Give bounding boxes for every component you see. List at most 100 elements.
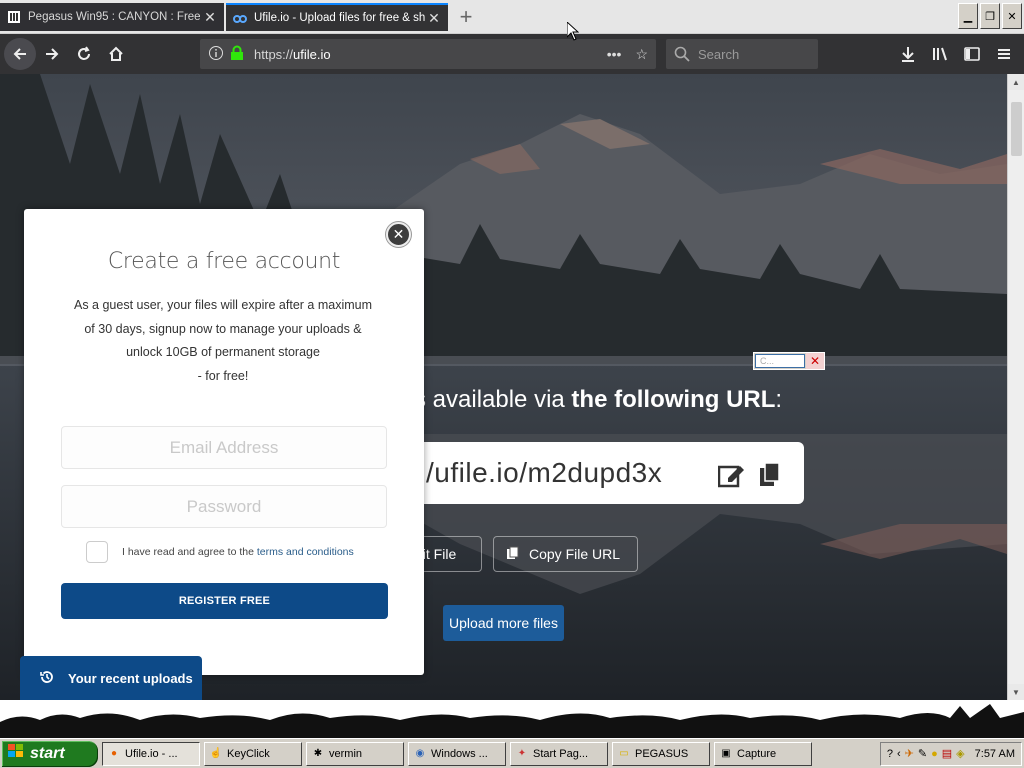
signup-modal: ✕ Create a free account As a guest user,… — [24, 209, 424, 675]
tray-app-icon[interactable]: ◈ — [956, 747, 964, 760]
windows-icon: ◉ — [415, 748, 425, 759]
bug-icon: ✱ — [313, 748, 323, 759]
clock: 7:57 AM — [974, 747, 1015, 760]
tab-pegasus[interactable]: Pegasus Win95 : CANYON : Free ✕ — [0, 3, 224, 31]
modal-desc-line: As a guest user, your files will expire … — [73, 298, 373, 312]
start-label: start — [30, 744, 65, 762]
navigation-bar: https://ufile.io ••• ☆ Search — [0, 34, 1024, 74]
url-bar[interactable]: https://ufile.io ••• ☆ — [200, 39, 656, 69]
mini-popup-window[interactable]: C... ✕ — [753, 352, 825, 370]
tab-strip: Pegasus Win95 : CANYON : Free ✕ Ufile.io… — [0, 0, 1024, 34]
terms-row: I have read and agree to the terms and c… — [86, 541, 354, 563]
back-arrow-icon — [13, 48, 26, 60]
password-field-wrapper — [61, 485, 387, 528]
taskbar-item-vermin[interactable]: ✱ vermin — [306, 741, 404, 766]
headline-prefix: s available via — [414, 386, 572, 413]
recent-uploads-label: Your recent uploads — [68, 670, 193, 686]
email-field-wrapper — [61, 426, 387, 469]
start-button[interactable]: start — [2, 740, 98, 767]
page-actions-icon[interactable]: ••• — [607, 46, 622, 63]
headline-bold: the following URL — [571, 386, 776, 413]
hamburger-menu-icon — [998, 49, 1010, 59]
museum-icon — [6, 9, 22, 25]
tray-arrow-icon[interactable]: ‹ — [897, 748, 901, 760]
terms-prefix: I have read and agree to the — [122, 546, 257, 558]
terms-text: I have read and agree to the terms and c… — [122, 546, 354, 558]
modal-desc-line: - for free! — [197, 368, 249, 383]
mini-popup-close-icon[interactable]: ✕ — [806, 353, 824, 369]
win95-taskbar: start ● Ufile.io - ... ☝ KeyClick ✱ verm… — [0, 738, 1024, 768]
info-icon[interactable] — [208, 45, 224, 64]
forward-button[interactable] — [36, 38, 68, 70]
window-close-button[interactable]: ✕ — [1002, 3, 1022, 29]
tray-app-icon[interactable]: ▤ — [942, 747, 952, 760]
copy-file-url-button[interactable]: Copy File URL — [493, 536, 638, 572]
home-button[interactable] — [100, 38, 132, 70]
window-controls: ▁ ❐ ✕ — [958, 3, 1022, 29]
minimize-button[interactable]: ▁ — [958, 3, 978, 29]
search-input[interactable]: Search — [666, 39, 818, 69]
taskbar-item-windows[interactable]: ◉ Windows ... — [408, 741, 506, 766]
library-button[interactable] — [924, 38, 956, 70]
mouse-cursor-icon — [567, 22, 579, 41]
search-placeholder: Search — [698, 46, 740, 62]
scroll-down-icon[interactable]: ▼ — [1008, 684, 1024, 700]
help-icon[interactable]: ? — [887, 748, 893, 760]
sidebar-button[interactable] — [956, 38, 988, 70]
modal-close-button[interactable]: ✕ — [386, 222, 411, 247]
modal-title: Create a free account — [107, 249, 341, 274]
copy-icon[interactable] — [758, 462, 782, 491]
edit-pencil-icon[interactable] — [717, 462, 746, 491]
tray-app-icon[interactable]: ● — [931, 748, 938, 760]
ufile-logo-icon — [232, 10, 248, 26]
tab-ufile[interactable]: Ufile.io - Upload files for free & sh ✕ — [226, 3, 448, 31]
file-url-box: /ufile.io/m2dupd3x — [404, 442, 804, 504]
taskbar-item-label: PEGASUS — [635, 747, 689, 760]
register-free-button[interactable]: REGISTER FREE — [61, 583, 388, 619]
terms-link[interactable]: terms and conditions — [257, 546, 354, 558]
taskbar-item-start-page[interactable]: ✦ Start Pag... — [510, 741, 608, 766]
modal-desc-line: unlock 10GB of permanent storage — [126, 345, 320, 359]
url-headline: s available via the following URL: — [414, 386, 782, 414]
scroll-thumb[interactable] — [1011, 102, 1022, 156]
close-icon[interactable]: ✕ — [426, 10, 442, 26]
recent-uploads-button[interactable]: Your recent uploads — [20, 656, 202, 700]
url-text: https://ufile.io — [254, 47, 331, 62]
firefox-icon: ● — [110, 748, 118, 759]
download-icon — [902, 47, 914, 62]
terms-checkbox[interactable] — [86, 541, 108, 563]
menu-button[interactable] — [988, 38, 1020, 70]
back-button[interactable] — [4, 38, 36, 70]
tab-title: Ufile.io - Upload files for free & sh — [254, 12, 426, 24]
bookmark-star-icon[interactable]: ☆ — [635, 46, 648, 63]
tray-app-icon[interactable]: ✎ — [918, 747, 927, 760]
taskbar-item-ufile[interactable]: ● Ufile.io - ... — [102, 741, 200, 766]
taskbar-item-pegasus[interactable]: ▭ PEGASUS — [612, 741, 710, 766]
close-icon[interactable]: ✕ — [202, 9, 218, 25]
upload-more-files-button[interactable]: Upload more files — [443, 605, 564, 641]
new-tab-button[interactable]: + — [452, 4, 480, 30]
lock-icon — [230, 45, 244, 64]
windows-flag-icon — [8, 744, 24, 763]
reload-button[interactable] — [68, 38, 100, 70]
url-domain: ufile.io — [293, 46, 331, 62]
system-tray: ? ‹ ✈ ✎ ● ▤ ◈ 7:57 AM — [879, 741, 1022, 766]
tray-app-icon[interactable]: ✈ — [905, 747, 914, 760]
page-scrollbar[interactable]: ▲ ▼ — [1007, 74, 1024, 700]
taskbar-item-keyclick[interactable]: ☝ KeyClick — [204, 741, 302, 766]
tab-title: Pegasus Win95 : CANYON : Free — [28, 11, 201, 23]
taskbar-item-label: Windows ... — [431, 747, 488, 760]
file-url[interactable]: /ufile.io/m2dupd3x — [426, 457, 662, 489]
email-field[interactable] — [62, 427, 386, 468]
modal-desc-line: of 30 days, signup now to manage your up… — [84, 321, 362, 336]
modal-description: As a guest user, your files will expire … — [60, 294, 386, 388]
password-field[interactable] — [62, 486, 386, 527]
downloads-button[interactable] — [892, 38, 924, 70]
taskbar-item-label: KeyClick — [227, 747, 270, 760]
taskbar-item-capture[interactable]: ▣ Capture — [714, 741, 812, 766]
url-prefix: https:// — [254, 46, 294, 62]
sidebar-icon — [964, 47, 980, 61]
headline-suffix: : — [775, 386, 783, 413]
scroll-up-icon[interactable]: ▲ — [1008, 74, 1024, 90]
restore-button[interactable]: ❐ — [980, 3, 1000, 29]
